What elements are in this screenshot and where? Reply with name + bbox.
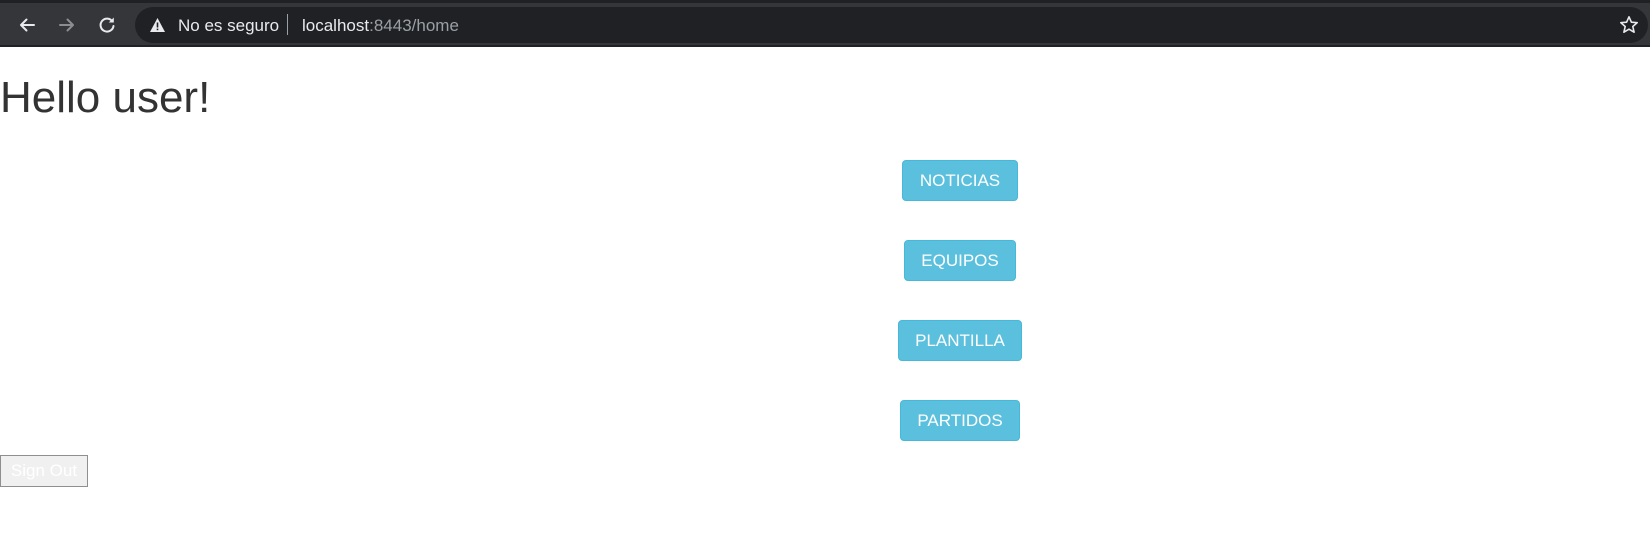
partidos-button[interactable]: PARTIDOS [900,400,1020,441]
equipos-button[interactable]: EQUIPOS [904,240,1016,281]
url-divider [287,14,288,35]
address-bar[interactable]: No es seguro localhost:8443/home [135,7,1648,43]
sign-out-button[interactable]: Sign Out [0,455,88,487]
forward-button[interactable] [53,11,81,39]
browser-toolbar: No es seguro localhost:8443/home [0,0,1650,47]
security-status-label[interactable]: No es seguro [178,16,279,36]
noticias-button[interactable]: NOTICIAS [902,160,1018,201]
back-button[interactable] [13,11,41,39]
page-greeting: Hello user! [0,73,211,122]
star-icon[interactable] [1619,15,1639,35]
arrow-right-icon [59,18,74,32]
url-text[interactable]: localhost:8443/home [302,16,459,36]
reload-button[interactable] [93,11,121,39]
plantilla-button[interactable]: PLANTILLA [898,320,1022,361]
url-port-path: :8443/home [369,16,459,35]
arrow-left-icon [20,18,35,32]
url-host: localhost [302,16,370,35]
reload-icon [99,17,115,33]
warning-triangle-icon[interactable] [149,17,166,33]
